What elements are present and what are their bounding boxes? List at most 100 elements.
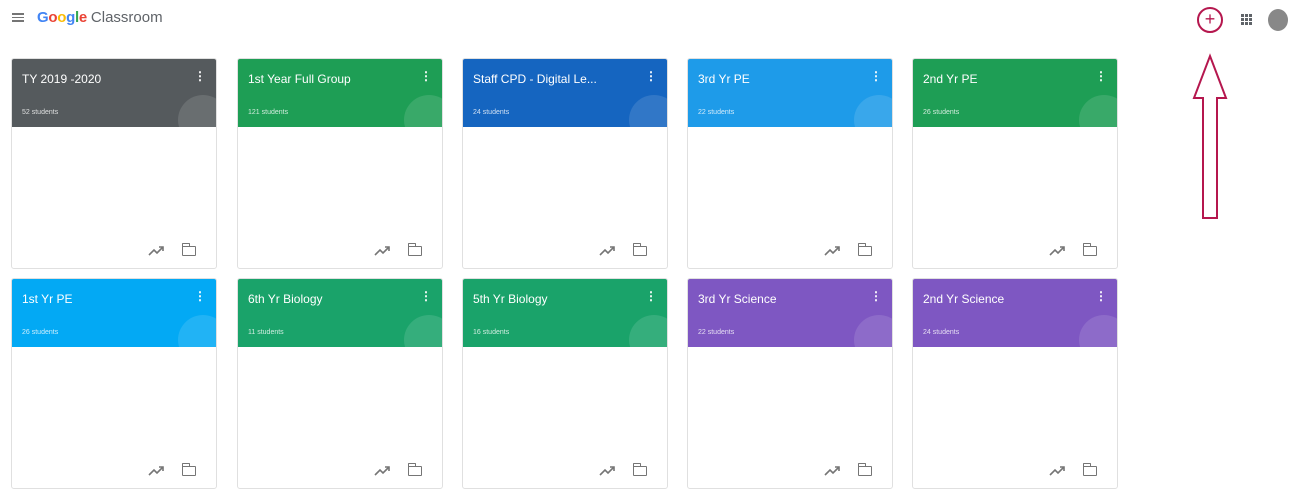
class-card-footer bbox=[463, 232, 667, 268]
class-card-footer bbox=[12, 232, 216, 268]
more-vert-icon[interactable]: ⋮ bbox=[870, 69, 882, 83]
folder-icon[interactable] bbox=[1082, 243, 1097, 256]
class-student-count: 11 students bbox=[248, 329, 284, 336]
class-theme-illustration bbox=[404, 315, 442, 347]
more-vert-icon[interactable]: ⋮ bbox=[645, 289, 657, 303]
class-title[interactable]: 5th Yr Biology bbox=[473, 292, 643, 306]
trending-icon[interactable] bbox=[824, 466, 840, 476]
class-title[interactable]: 2nd Yr Science bbox=[923, 292, 1093, 306]
class-theme-illustration bbox=[854, 95, 892, 127]
folder-icon[interactable] bbox=[857, 463, 872, 476]
class-card[interactable]: 2nd Yr PE 26 students ⋮ bbox=[912, 58, 1118, 269]
trending-icon[interactable] bbox=[599, 466, 615, 476]
class-card[interactable]: 3rd Yr PE 22 students ⋮ bbox=[687, 58, 893, 269]
class-title[interactable]: 2nd Yr PE bbox=[923, 72, 1093, 86]
class-card-footer bbox=[688, 452, 892, 488]
folder-icon[interactable] bbox=[181, 243, 196, 256]
class-card[interactable]: 1st Year Full Group 121 students ⋮ bbox=[237, 58, 443, 269]
menu-icon[interactable] bbox=[12, 11, 24, 23]
class-title[interactable]: 1st Year Full Group bbox=[248, 72, 418, 86]
class-title[interactable]: 3rd Yr Science bbox=[698, 292, 868, 306]
add-icon: + bbox=[1204, 9, 1216, 29]
folder-icon[interactable] bbox=[632, 243, 647, 256]
class-theme-illustration bbox=[629, 315, 667, 347]
more-vert-icon[interactable]: ⋮ bbox=[1095, 289, 1107, 303]
class-title[interactable]: 1st Yr PE bbox=[22, 292, 192, 306]
class-title[interactable]: TY 2019 -2020 bbox=[22, 72, 192, 86]
folder-icon[interactable] bbox=[407, 463, 422, 476]
brand-product: Classroom bbox=[90, 9, 163, 26]
class-card-footer bbox=[688, 232, 892, 268]
more-vert-icon[interactable]: ⋮ bbox=[194, 289, 206, 303]
top-bar: Google Classroom + bbox=[0, 0, 1297, 40]
class-title[interactable]: Staff CPD - Digital Le... bbox=[473, 72, 643, 86]
class-student-count: 22 students bbox=[698, 329, 735, 336]
trending-icon[interactable] bbox=[1049, 246, 1065, 256]
more-vert-icon[interactable]: ⋮ bbox=[420, 69, 432, 83]
class-student-count: 24 students bbox=[473, 109, 510, 116]
class-card-footer bbox=[238, 452, 442, 488]
class-card-header[interactable]: 1st Yr PE 26 students ⋮ bbox=[12, 279, 216, 347]
class-card-footer bbox=[463, 452, 667, 488]
class-card[interactable]: 5th Yr Biology 16 students ⋮ bbox=[462, 278, 668, 489]
class-card-footer bbox=[12, 452, 216, 488]
folder-icon[interactable] bbox=[857, 243, 872, 256]
class-card-header[interactable]: 1st Year Full Group 121 students ⋮ bbox=[238, 59, 442, 127]
brand-google: Google bbox=[37, 9, 87, 26]
class-theme-illustration bbox=[1079, 95, 1117, 127]
class-card-header[interactable]: 6th Yr Biology 11 students ⋮ bbox=[238, 279, 442, 347]
class-card[interactable]: 6th Yr Biology 11 students ⋮ bbox=[237, 278, 443, 489]
class-card-footer bbox=[913, 232, 1117, 268]
class-title[interactable]: 3rd Yr PE bbox=[698, 72, 868, 86]
folder-icon[interactable] bbox=[181, 463, 196, 476]
class-card[interactable]: 1st Yr PE 26 students ⋮ bbox=[11, 278, 217, 489]
class-student-count: 24 students bbox=[923, 329, 960, 336]
folder-icon[interactable] bbox=[1082, 463, 1097, 476]
folder-icon[interactable] bbox=[407, 243, 422, 256]
class-theme-illustration bbox=[854, 315, 892, 347]
class-theme-illustration bbox=[629, 95, 667, 127]
class-student-count: 52 students bbox=[22, 109, 59, 116]
trending-icon[interactable] bbox=[374, 246, 390, 256]
class-card-header[interactable]: 2nd Yr Science 24 students ⋮ bbox=[913, 279, 1117, 347]
class-card[interactable]: 3rd Yr Science 22 students ⋮ bbox=[687, 278, 893, 489]
class-card-header[interactable]: TY 2019 -2020 52 students ⋮ bbox=[12, 59, 216, 127]
class-student-count: 22 students bbox=[698, 109, 735, 116]
more-vert-icon[interactable]: ⋮ bbox=[1095, 69, 1107, 83]
class-theme-illustration bbox=[1079, 315, 1117, 347]
class-student-count: 121 students bbox=[248, 109, 289, 116]
avatar[interactable] bbox=[1268, 9, 1288, 31]
trending-icon[interactable] bbox=[824, 246, 840, 256]
more-vert-icon[interactable]: ⋮ bbox=[870, 289, 882, 303]
class-card-header[interactable]: 3rd Yr Science 22 students ⋮ bbox=[688, 279, 892, 347]
more-vert-icon[interactable]: ⋮ bbox=[645, 69, 657, 83]
class-card-header[interactable]: 3rd Yr PE 22 students ⋮ bbox=[688, 59, 892, 127]
trending-icon[interactable] bbox=[148, 246, 164, 256]
folder-icon[interactable] bbox=[632, 463, 647, 476]
class-student-count: 16 students bbox=[473, 329, 510, 336]
trending-icon[interactable] bbox=[148, 466, 164, 476]
class-card[interactable]: Staff CPD - Digital Le... 24 students ⋮ bbox=[462, 58, 668, 269]
class-theme-illustration bbox=[404, 95, 442, 127]
trending-icon[interactable] bbox=[374, 466, 390, 476]
class-card-header[interactable]: 2nd Yr PE 26 students ⋮ bbox=[913, 59, 1117, 127]
app-brand[interactable]: Google Classroom bbox=[37, 9, 163, 26]
more-vert-icon[interactable]: ⋮ bbox=[194, 69, 206, 83]
class-card[interactable]: TY 2019 -2020 52 students ⋮ bbox=[11, 58, 217, 269]
class-theme-illustration bbox=[178, 315, 216, 347]
annotation-arrow-icon bbox=[1192, 53, 1228, 219]
class-title[interactable]: 6th Yr Biology bbox=[248, 292, 418, 306]
more-vert-icon[interactable]: ⋮ bbox=[420, 289, 432, 303]
class-card-header[interactable]: Staff CPD - Digital Le... 24 students ⋮ bbox=[463, 59, 667, 127]
class-card[interactable]: 2nd Yr Science 24 students ⋮ bbox=[912, 278, 1118, 489]
trending-icon[interactable] bbox=[599, 246, 615, 256]
trending-icon[interactable] bbox=[1049, 466, 1065, 476]
create-class-button[interactable]: + bbox=[1197, 7, 1223, 33]
class-card-footer bbox=[913, 452, 1117, 488]
class-theme-illustration bbox=[178, 95, 216, 127]
class-card-header[interactable]: 5th Yr Biology 16 students ⋮ bbox=[463, 279, 667, 347]
class-card-footer bbox=[238, 232, 442, 268]
class-student-count: 26 students bbox=[22, 329, 59, 336]
apps-icon[interactable] bbox=[1241, 14, 1252, 25]
class-student-count: 26 students bbox=[923, 109, 960, 116]
